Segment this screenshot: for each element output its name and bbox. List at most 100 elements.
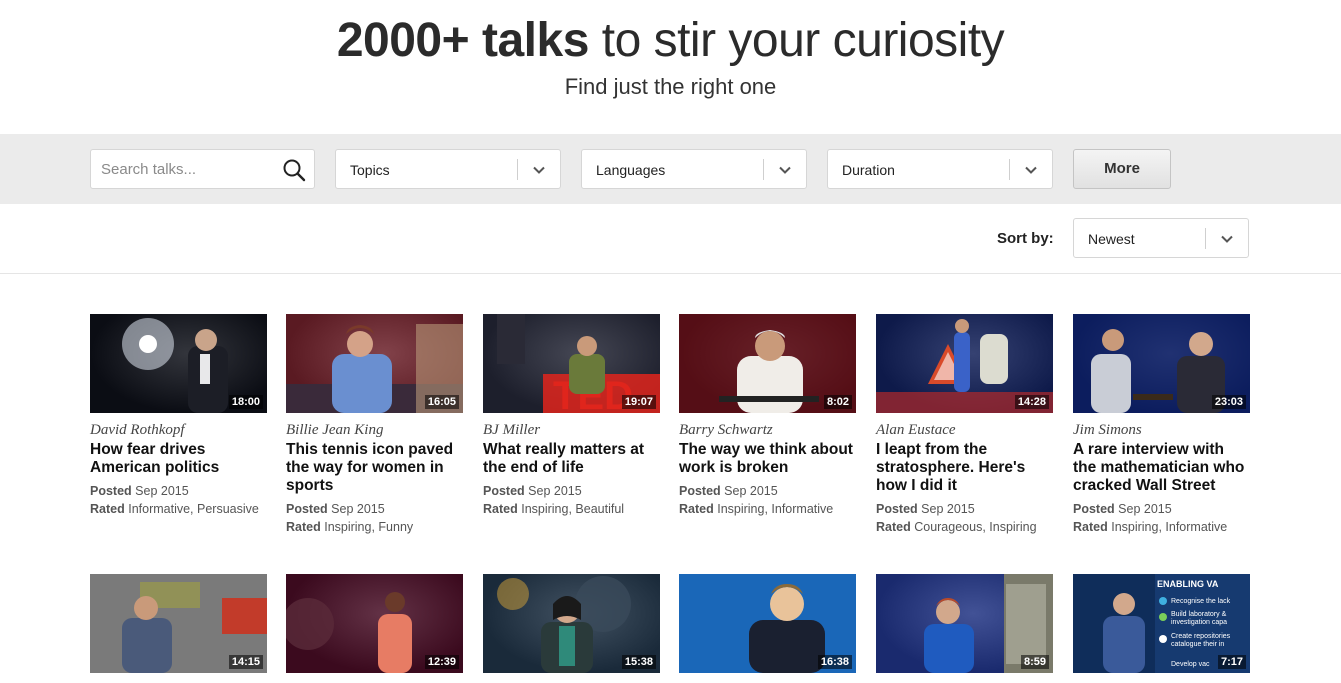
languages-dropdown[interactable]: Languages <box>581 149 807 189</box>
talk-card[interactable]: 14:15 <box>90 574 267 673</box>
rated-key: Rated <box>483 502 518 516</box>
talk-card[interactable]: TED 19:07 BJ Miller What really matters at… <box>483 314 660 518</box>
divider <box>517 159 518 180</box>
rated-tags: Inspiring, Beautiful <box>521 502 625 516</box>
talk-thumbnail[interactable]: 18:00 <box>90 314 267 413</box>
posted-key: Posted <box>483 484 525 498</box>
posted-line: Posted Sep 2015 <box>876 500 1053 518</box>
talk-title[interactable]: This tennis icon paved the way for women… <box>286 441 463 495</box>
rated-line: Rated Inspiring, Informative <box>1073 518 1250 536</box>
chevron-down-icon <box>1025 166 1037 174</box>
sort-label: Sort by: <box>997 230 1054 247</box>
speaker-name: BJ Miller <box>483 422 541 438</box>
talk-card[interactable]: 15:38 <box>483 574 660 673</box>
rated-line: Rated Courageous, Inspiring <box>876 518 1053 536</box>
talk-title[interactable]: The way we think about work is broken <box>679 441 856 477</box>
talk-card[interactable]: 16:05 Billie Jean King This tennis icon pa… <box>286 314 463 536</box>
rated-line: Rated Inspiring, Beautiful <box>483 500 660 518</box>
sort-dropdown[interactable]: Newest <box>1073 218 1249 258</box>
divider <box>1205 228 1206 249</box>
talk-thumbnail[interactable]: TED 19:07 <box>483 314 660 413</box>
rated-key: Rated <box>90 502 125 516</box>
talk-thumbnail[interactable]: 14:15 <box>90 574 267 673</box>
posted-date: Sep 2015 <box>135 484 189 498</box>
duration-badge: 15:38 <box>621 655 656 669</box>
page-title: 2000+ talks to stir your curiosity <box>336 14 1005 67</box>
rated-tags: Informative, Persuasive <box>128 502 259 516</box>
duration-badge: 12:39 <box>424 655 459 669</box>
talk-thumbnail[interactable]: 8:02 <box>679 314 856 413</box>
posted-date: Sep 2015 <box>921 502 975 516</box>
search-icon[interactable] <box>282 158 306 182</box>
talk-thumbnail[interactable]: 15:38 <box>483 574 660 673</box>
duration-badge: 14:28 <box>1014 395 1049 409</box>
topics-dropdown[interactable]: Topics <box>335 149 561 189</box>
talk-thumbnail[interactable]: 8:59 <box>876 574 1053 673</box>
chevron-down-icon <box>779 166 791 174</box>
rated-key: Rated <box>679 502 714 516</box>
search-input[interactable] <box>91 150 271 188</box>
slide-heading: ENABLING VA <box>1157 579 1219 589</box>
sort-value: Newest <box>1088 231 1135 247</box>
talk-title[interactable]: I leapt from the stratosphere. Here's ho… <box>876 441 1053 495</box>
rated-tags: Inspiring, Informative <box>1111 520 1228 534</box>
talk-meta: Posted Sep 2015 Rated Inspiring, Funny <box>286 500 463 536</box>
rated-line: Rated Inspiring, Informative <box>679 500 856 518</box>
duration-badge: 8:02 <box>823 395 852 409</box>
talk-card[interactable]: 14:28 Alan Eustace I leapt from the strato… <box>876 314 1053 536</box>
posted-line: Posted Sep 2015 <box>679 482 856 500</box>
talk-card[interactable]: 18:00 David Rothkopf How fear drives Ameri… <box>90 314 267 518</box>
posted-date: Sep 2015 <box>724 484 778 498</box>
talk-card[interactable]: 8:59 <box>876 574 1053 673</box>
talk-card[interactable]: 12:39 <box>286 574 463 673</box>
rated-key: Rated <box>286 520 321 534</box>
talk-meta: Posted Sep 2015 Rated Courageous, Inspiri… <box>876 500 1053 536</box>
talk-card[interactable]: 8:02 Barry Schwartz The way we think about… <box>679 314 856 518</box>
rated-line: Rated Informative, Persuasive <box>90 500 267 518</box>
rated-key: Rated <box>1073 520 1108 534</box>
divider <box>763 159 764 180</box>
talk-title[interactable]: A rare interview with the mathematician … <box>1073 441 1250 495</box>
talk-title[interactable]: How fear drives American politics <box>90 441 267 477</box>
slide-line: Recognise the lack <box>1171 598 1231 605</box>
page-subtitle: Find just the right one <box>564 74 777 99</box>
slide-line: investigation capa <box>1171 619 1227 626</box>
talk-meta: Posted Sep 2015 Rated Inspiring, Beautifu… <box>483 482 660 518</box>
talk-thumbnail[interactable]: 16:05 <box>286 314 463 413</box>
talk-meta: Posted Sep 2015 Rated Inspiring, Informat… <box>679 482 856 518</box>
filter-bar: Topics Languages Duration More <box>0 134 1341 204</box>
rated-tags: Inspiring, Funny <box>324 520 414 534</box>
more-filters-button[interactable]: More <box>1073 149 1171 189</box>
chevron-down-icon <box>1221 235 1233 243</box>
rated-tags: Inspiring, Informative <box>717 502 834 516</box>
posted-key: Posted <box>286 502 328 516</box>
search-box[interactable] <box>90 149 315 189</box>
speaker-name: Billie Jean King <box>286 422 384 438</box>
speaker-name: Alan Eustace <box>876 422 956 438</box>
talk-card[interactable]: 23:03 Jim Simons A rare interview with the… <box>1073 314 1250 536</box>
chevron-down-icon <box>533 166 545 174</box>
talk-thumbnail[interactable]: ENABLING VA Recognise the lack Build lab… <box>1073 574 1250 673</box>
sort-row: Sort by: Newest <box>0 204 1341 274</box>
talk-card[interactable]: ENABLING VA Recognise the lack Build lab… <box>1073 574 1250 673</box>
posted-line: Posted Sep 2015 <box>90 482 267 500</box>
duration-badge: 18:00 <box>228 395 263 409</box>
talk-thumbnail[interactable]: 16:38 <box>679 574 856 673</box>
duration-badge: 23:03 <box>1211 395 1246 409</box>
posted-key: Posted <box>876 502 918 516</box>
duration-badge: 16:05 <box>424 395 459 409</box>
divider <box>1009 159 1010 180</box>
speaker-name: Barry Schwartz <box>679 422 773 438</box>
rated-key: Rated <box>876 520 911 534</box>
talk-meta: Posted Sep 2015 Rated Informative, Persua… <box>90 482 267 518</box>
talk-card[interactable]: 16:38 <box>679 574 856 673</box>
posted-key: Posted <box>90 484 132 498</box>
talk-thumbnail[interactable]: 12:39 <box>286 574 463 673</box>
rated-tags: Courageous, Inspiring <box>914 520 1037 534</box>
talk-thumbnail[interactable]: 14:28 <box>876 314 1053 413</box>
duration-label: Duration <box>842 162 895 178</box>
talk-thumbnail[interactable]: 23:03 <box>1073 314 1250 413</box>
duration-dropdown[interactable]: Duration <box>827 149 1053 189</box>
posted-line: Posted Sep 2015 <box>483 482 660 500</box>
talk-title[interactable]: What really matters at the end of life <box>483 441 660 477</box>
